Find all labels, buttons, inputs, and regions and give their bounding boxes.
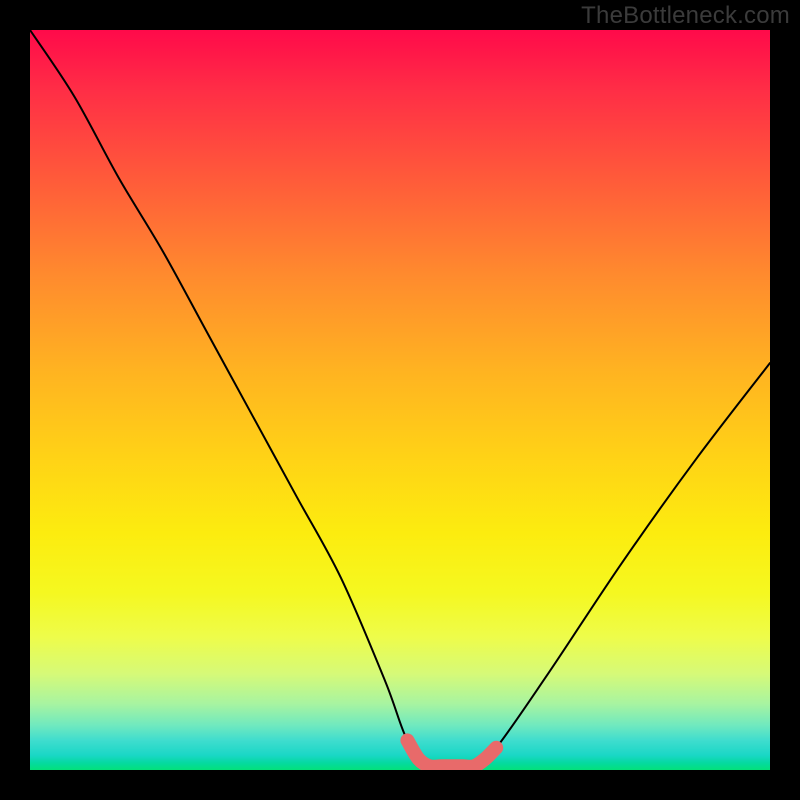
chart-svg — [30, 30, 770, 770]
chart-frame: TheBottleneck.com — [0, 0, 800, 800]
chart-plot-area — [30, 30, 770, 770]
bottleneck-curve — [30, 30, 770, 768]
watermark-text: TheBottleneck.com — [581, 2, 790, 30]
flat-minimum-marker — [407, 740, 496, 766]
